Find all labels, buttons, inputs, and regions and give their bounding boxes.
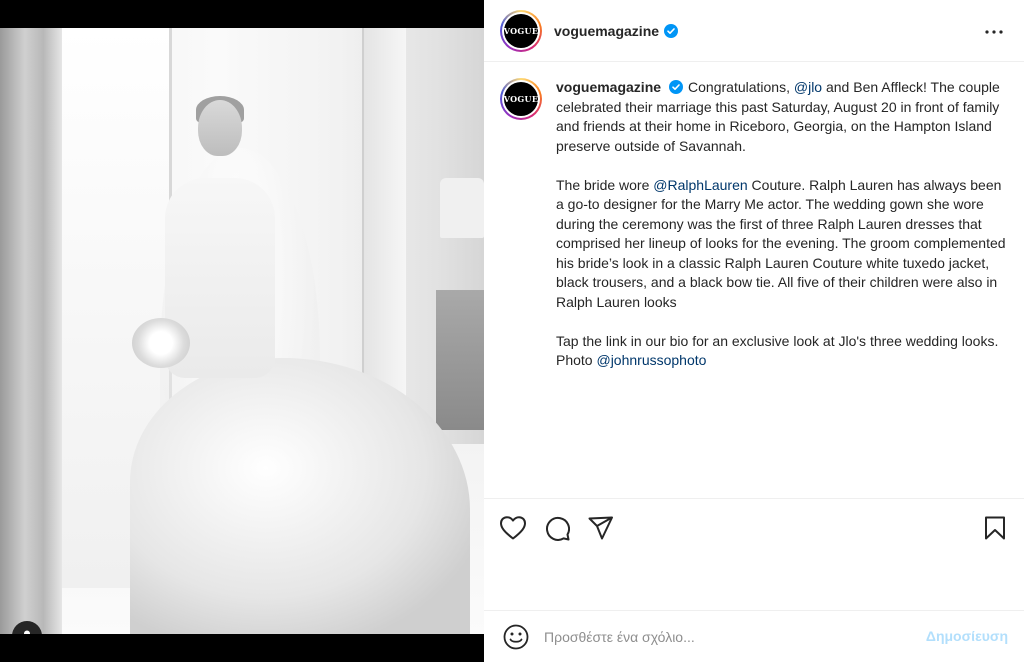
caption-text-span: Photo [556,352,597,368]
caption-avatar[interactable]: VOGUE [504,82,538,116]
post-photo[interactable] [0,28,484,634]
post-modal: VOGUE voguemagazine VOGUE voguemagazine C… [0,0,1024,662]
caption-avatar-border: VOGUE [502,80,540,118]
mention-link-ralphlauren[interactable]: @RalphLauren [653,177,747,193]
heart-icon[interactable] [498,513,528,543]
caption-story-ring[interactable]: VOGUE [500,78,542,120]
comment-input[interactable] [544,628,884,645]
story-ring[interactable]: VOGUE [500,9,542,52]
caption-username[interactable]: voguemagazine [556,79,661,95]
caption-text-span: Tap the link in our bio for an exclusive… [556,332,999,349]
bookmark-icon[interactable] [980,513,1010,543]
caption-paragraph-1: voguemagazine Congratulations, @jlo and B… [556,78,1008,156]
caption-block: VOGUE voguemagazine Congratulations, @jlo… [500,78,1010,390]
post-comment-button[interactable]: Δημοσίευση [926,628,1008,644]
verified-badge-icon [664,23,679,38]
post-header: VOGUE voguemagazine [484,0,1024,62]
caption-paragraph-3: Tap the link in our bio for an exclusive… [556,332,1008,352]
photo-curtain [0,28,62,634]
avatar[interactable]: VOGUE [504,13,538,48]
action-bar [484,498,1024,558]
verified-badge-icon [669,80,684,94]
caption-text-span: The bride wore [556,176,654,193]
caption-text: voguemagazine Congratulations, @jlo and B… [556,78,1008,390]
post-media [0,0,484,662]
caption-text-span: Congratulations, [688,79,794,95]
header-username[interactable]: voguemagazine [554,23,659,39]
caption-paragraph-4: Photo @johnrussophoto [556,351,1008,371]
post-side-panel: VOGUE voguemagazine VOGUE voguemagazine C… [484,0,1024,662]
photo-face [198,100,242,156]
photo-bouquet [132,318,190,368]
avatar-border: VOGUE [502,11,540,50]
caption-paragraph-2: The bride wore @RalphLauren Couture. Ral… [556,176,1008,313]
mention-link-jlo[interactable]: @jlo [794,79,822,95]
photo-dresser [436,290,484,430]
emoji-icon[interactable] [502,623,530,651]
send-icon[interactable] [586,513,616,543]
comment-bar: Δημοσίευση [484,610,1024,662]
mention-link-johnrussophoto[interactable]: @johnrussophoto [596,352,706,368]
more-options-icon[interactable] [980,18,1008,46]
comment-icon[interactable] [542,513,572,543]
photo-gown-train [130,358,470,634]
caption-text-span: Couture. Ralph Lauren has always been a … [556,176,1006,310]
photo-lamp [440,178,484,238]
